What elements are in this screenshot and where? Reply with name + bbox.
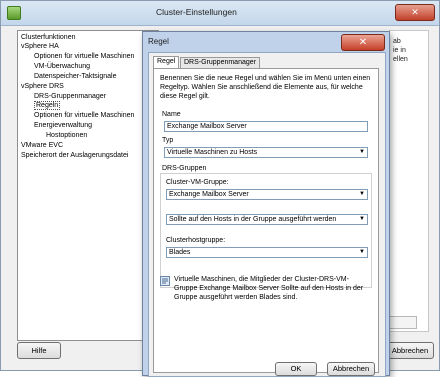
rule-description: Virtuelle Maschinen, die Mitglieder der … [174, 276, 364, 301]
rule-dialog-title: Regel [148, 37, 169, 46]
tree-item-vm-optionen-ha[interactable]: Optionen für virtuelle Maschinen [34, 52, 134, 61]
rule-dialog: Regel ✕ Regel DRS-Gruppenmanager Benenne… [142, 31, 390, 377]
relation-select[interactable]: Sollte auf den Hosts in der Gruppe ausge… [166, 214, 368, 225]
vm-group-value: Exchange Mailbox Server [169, 191, 249, 198]
window-title: Cluster-Einstellungen [156, 7, 237, 17]
vm-group-label: Cluster-VM-Gruppe: [166, 179, 229, 186]
rule-dialog-body: Regel DRS-Gruppenmanager Benennen Sie di… [148, 52, 386, 377]
chevron-down-icon: ▼ [359, 249, 365, 255]
title-bar: Cluster-Einstellungen ✕ [1, 1, 439, 26]
tree-item-label: Optionen für virtuelle Maschinen [34, 53, 135, 60]
tree-item-vsphere-ha[interactable]: vSphere HA [21, 42, 59, 51]
tree-item-datenspeicher-taktsignale[interactable]: Datenspeicher-Taktsignale [34, 72, 117, 81]
help-button[interactable]: Hilfe [17, 342, 61, 359]
cancel-button[interactable]: Abbrechen [386, 342, 434, 359]
tree-item-label: DRS-Gruppenmanager [34, 93, 106, 100]
tree-item-label: Datenspeicher-Taktsignale [34, 73, 117, 80]
tab-page-regel: Benennen Sie die neue Regel und wählen S… [153, 68, 379, 373]
type-label: Typ [162, 137, 174, 144]
content-pane-text: ie in [393, 47, 406, 54]
intro-text: Benennen Sie die neue Regel und wählen S… [160, 75, 371, 100]
ok-button[interactable]: OK [275, 362, 317, 376]
tree-item-hostoptionen[interactable]: Hostoptionen [46, 131, 87, 140]
tree-item-label: VM-Überwachung [34, 63, 91, 70]
content-pane [389, 30, 429, 332]
tree-item-auslagerungsdatei[interactable]: Speicherort der Auslagerungsdatei [21, 151, 128, 160]
name-label: Name [162, 111, 181, 118]
tree-item-label: VMware EVC [21, 142, 64, 149]
tree-item-vm-optionen-drs[interactable]: Optionen für virtuelle Maschinen [34, 111, 134, 120]
content-pane-text: ellen [393, 56, 408, 63]
tree-item-label: Regeln [34, 101, 61, 110]
drs-groups-label: DRS-Gruppen [162, 165, 207, 172]
close-button[interactable]: ✕ [395, 4, 435, 21]
tree-item-label: Clusterfunktionen [21, 34, 76, 41]
relation-value: Sollte auf den Hosts in der Gruppe ausge… [169, 216, 337, 223]
tree-item-regeln[interactable]: Regeln [34, 101, 61, 110]
tree-item-vm-ueberwachung[interactable]: VM-Überwachung [34, 62, 90, 71]
chevron-down-icon: ▼ [359, 216, 365, 222]
chevron-down-icon: ▼ [359, 191, 365, 197]
tree-item-label: Speicherort der Auslagerungsdatei [21, 152, 129, 159]
rule-name-input[interactable]: Exchange Mailbox Server [164, 121, 368, 132]
tree-item-energieverwaltung[interactable]: Energieverwaltung [34, 121, 92, 130]
chevron-down-icon: ▼ [359, 149, 365, 155]
host-group-value: Blades [169, 249, 191, 256]
host-group-select[interactable]: Blades ▼ [166, 247, 368, 258]
rule-cancel-button[interactable]: Abbrechen [327, 362, 375, 376]
tree-item-drs-gruppenmanager[interactable]: DRS-Gruppenmanager [34, 92, 106, 101]
tree-item-vsphere-drs[interactable]: vSphere DRS [21, 82, 64, 91]
tab-regel[interactable]: Regel [153, 56, 180, 68]
rule-dialog-close-button[interactable]: ✕ [341, 34, 385, 51]
settings-tree: Clusterfunktionen vSphere HA Optionen fü… [17, 30, 159, 341]
vm-group-select[interactable]: Exchange Mailbox Server ▼ [166, 189, 368, 200]
tree-item-vmware-evc[interactable]: VMware EVC [21, 141, 63, 150]
tree-item-label: vSphere DRS [21, 83, 64, 90]
tree-item-label: Optionen für virtuelle Maschinen [34, 112, 135, 119]
tree-item-clusterfunktionen[interactable]: Clusterfunktionen [21, 33, 75, 42]
tab-drs-gruppenmanager[interactable]: DRS-Gruppenmanager [180, 57, 260, 68]
host-group-label: Clusterhostgruppe: [166, 237, 226, 244]
tree-item-label: Energieverwaltung [34, 122, 92, 129]
info-icon [160, 276, 170, 286]
rule-type-select[interactable]: Virtuelle Maschinen zu Hosts ▼ [164, 147, 368, 158]
vsphere-app-icon [7, 6, 21, 20]
tree-item-label: vSphere HA [21, 43, 59, 50]
tree-item-label: Hostoptionen [46, 132, 88, 139]
content-pane-text: ab [393, 38, 401, 45]
rule-type-value: Virtuelle Maschinen zu Hosts [167, 149, 258, 156]
